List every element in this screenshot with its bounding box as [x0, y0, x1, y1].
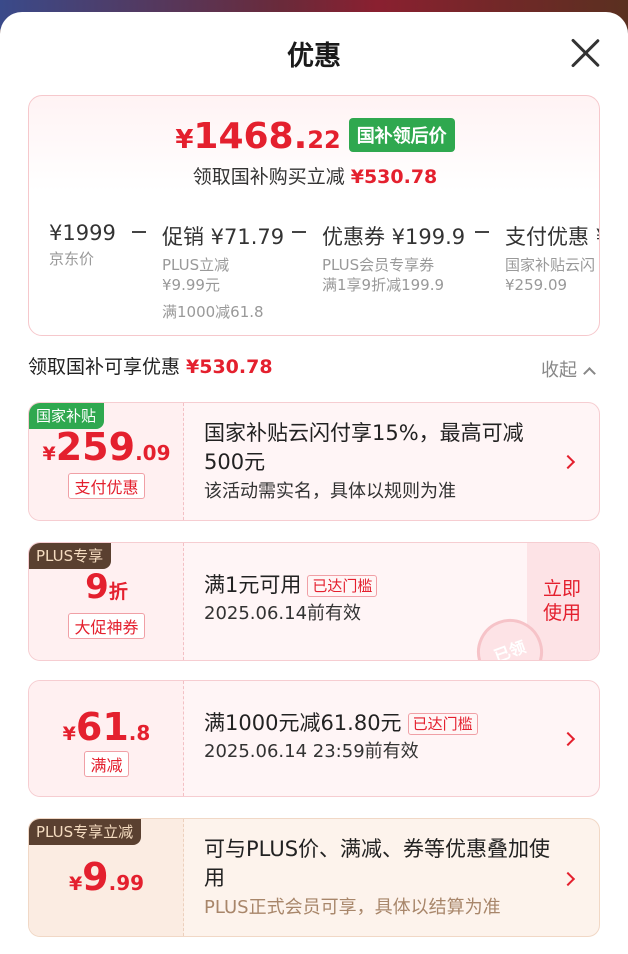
- subsidy-discount-heading: 领取国补可享优惠 ¥530.78: [28, 356, 273, 378]
- offer-type-label: 大促神券: [29, 613, 184, 639]
- coupon-sheet: 优惠 ¥1468.22 国补领后价 领取国补购买立减 ¥530.78 ¥1999 京…: [0, 12, 628, 954]
- offer-desc: PLUS正式会员可享，具体以结算为准: [204, 897, 501, 918]
- chevron-right-icon: [560, 454, 576, 470]
- plus-reduction-tag: PLUS专享立减: [29, 819, 142, 845]
- offer-type-label: 满减: [29, 751, 184, 777]
- offer-card-full-reduction[interactable]: ¥61.8 满减 满1000元减61.80元 已达门槛 2025.06.14 23…: [28, 680, 600, 797]
- breakdown-item-promotion: 促销 ¥71.79 PLUS立减 ¥9.99元 满1000减61.8: [162, 225, 285, 321]
- offer-validity: 2025.06.14前有效: [204, 603, 362, 624]
- offer-title: 可与PLUS价、满减、券等优惠叠加使用: [204, 837, 551, 890]
- offer-validity: 2025.06.14 23:59前有效: [204, 741, 419, 762]
- offer-amount: ¥61.8: [62, 705, 151, 749]
- chevron-up-icon: [583, 367, 596, 380]
- offer-amount: ¥259.09: [42, 425, 171, 469]
- offer-card-national-subsidy[interactable]: 国家补贴 ¥259.09 支付优惠 国家补贴云闪付享15%，最高可减500元 该…: [28, 402, 600, 521]
- offer-desc: 该活动需实名，具体以规则为准: [204, 481, 456, 502]
- minus-icon: [292, 231, 306, 233]
- national-subsidy-price-tag: 国补领后价: [348, 117, 455, 152]
- offer-amount: 9折: [85, 567, 128, 607]
- final-price: ¥1468.22: [175, 116, 341, 157]
- price-breakdown: ¥1999 京东价 促销 ¥71.79 PLUS立减 ¥9.99元 满1000减…: [29, 221, 600, 333]
- threshold-reached-badge: 已达门槛: [407, 713, 478, 735]
- chevron-right-icon: [560, 871, 576, 887]
- sheet-title: 优惠: [287, 41, 341, 72]
- breakdown-item-jd-price: ¥1999 京东价: [49, 221, 116, 268]
- breakdown-item-payment: 支付优惠 ¥ 国家补贴云闪 ¥259.09: [505, 225, 600, 294]
- threshold-reached-badge: 已达门槛: [307, 575, 378, 597]
- offer-type-label: 支付优惠: [29, 473, 184, 499]
- plus-exclusive-tag: PLUS专享: [29, 543, 112, 569]
- minus-icon: [475, 231, 489, 233]
- offer-card-plus-coupon[interactable]: PLUS专享 9折 大促神券 满1元可用 已达门槛 2025.06.14前有效 立…: [28, 542, 600, 661]
- breakdown-item-coupon: 优惠券 ¥199.9 PLUS会员专享券 满1享9折减199.9: [322, 225, 466, 294]
- final-price-row: ¥1468.22 国补领后价: [29, 116, 599, 160]
- minus-icon: [132, 231, 146, 233]
- chevron-right-icon: [560, 731, 576, 747]
- offer-title: 满1000元减61.80元 已达门槛: [204, 709, 559, 738]
- offer-card-plus-reduction[interactable]: PLUS专享立减 ¥9.99 可与PLUS价、满减、券等优惠叠加使用 PLUS正…: [28, 818, 600, 937]
- close-icon[interactable]: [568, 36, 602, 70]
- offer-title: 满1元可用 已达门槛: [204, 571, 519, 600]
- collapse-button[interactable]: 收起: [541, 356, 596, 382]
- price-summary-card: ¥1468.22 国补领后价 领取国补购买立减 ¥530.78 ¥1999 京东价 …: [28, 95, 600, 336]
- offer-amount: ¥9.99: [68, 855, 145, 899]
- total-discount-line: 领取国补购买立减 ¥530.78: [192, 166, 438, 188]
- offer-title: 国家补贴云闪付享15%，最高可减500元: [204, 421, 524, 474]
